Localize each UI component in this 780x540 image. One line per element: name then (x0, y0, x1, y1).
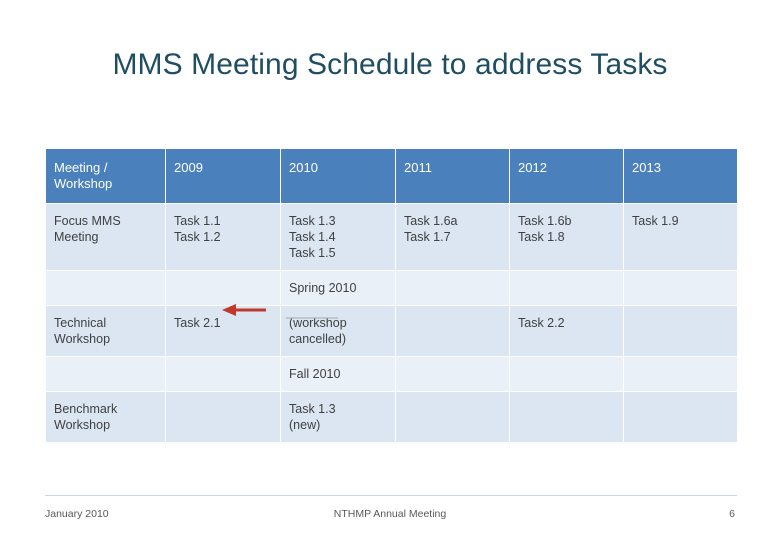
cell-fall-label-col3 (395, 356, 510, 392)
column-header-2013: 2013 (623, 148, 738, 204)
cell-fall-label-col5 (623, 356, 738, 392)
cell-fall-label-col0 (45, 356, 166, 392)
cell-technical-2010: (workshop cancelled) (280, 305, 396, 357)
cell-fall-label-col1 (165, 356, 281, 392)
cell-technical-2013 (623, 305, 738, 357)
cell-technical-2012: Task 2.2 (509, 305, 624, 357)
cell-fall-label-col4 (509, 356, 624, 392)
cell-technical-2009: Task 2.1 (165, 305, 281, 357)
table-body: Focus MMS Meeting Task 1.1 Task 1.2 Task … (45, 203, 738, 443)
table-row: Technical Workshop Task 2.1 (workshop ca… (45, 305, 738, 357)
cell-focus-2009: Task 1.1 Task 1.2 (165, 203, 281, 271)
cell-focus-mms-meeting: Focus MMS Meeting (45, 203, 166, 271)
cell-focus-2012: Task 1.6b Task 1.8 (509, 203, 624, 271)
page-title: MMS Meeting Schedule to address Tasks (112, 48, 668, 81)
table-row: Spring 2010 (45, 270, 738, 306)
schedule-table: Meeting / Workshop 2009 2010 2011 2012 2… (45, 148, 738, 443)
footer-divider (45, 495, 737, 496)
column-header-meeting: Meeting / Workshop (45, 148, 166, 204)
table-header-row: Meeting / Workshop 2009 2010 2011 2012 2… (45, 148, 738, 204)
column-header-2009: 2009 (165, 148, 281, 204)
cell-spring-label-col1 (165, 270, 281, 306)
table-header: Meeting / Workshop 2009 2010 2011 2012 2… (45, 148, 738, 204)
cell-focus-2013: Task 1.9 (623, 203, 738, 271)
footer-meeting-name: NTHMP Annual Meeting (333, 508, 447, 520)
cell-benchmark-2013 (623, 391, 738, 443)
cell-benchmark-2009 (165, 391, 281, 443)
cell-spring-label-col4 (509, 270, 624, 306)
cell-benchmark-2012 (509, 391, 624, 443)
cell-spring-label-col3 (395, 270, 510, 306)
cell-spring-2010-label: Spring 2010 (280, 270, 396, 306)
column-header-2010: 2010 (280, 148, 396, 204)
cell-benchmark-workshop: Benchmark Workshop (45, 391, 166, 443)
cell-focus-2011: Task 1.6a Task 1.7 (395, 203, 510, 271)
cell-benchmark-2010: Task 1.3 (new) (280, 391, 396, 443)
table-row: Fall 2010 (45, 356, 738, 392)
cell-focus-2010: Task 1.3 Task 1.4 Task 1.5 (280, 203, 396, 271)
cell-fall-2010-label: Fall 2010 (280, 356, 396, 392)
slide: MMS Meeting Schedule to address Tasks Me… (0, 0, 780, 540)
column-header-2011: 2011 (395, 148, 510, 204)
cell-technical-2011 (395, 305, 510, 357)
cell-technical-workshop: Technical Workshop (45, 305, 166, 357)
column-header-2012: 2012 (509, 148, 624, 204)
schedule-table-wrapper: Meeting / Workshop 2009 2010 2011 2012 2… (45, 148, 738, 443)
table-row: Focus MMS Meeting Task 1.1 Task 1.2 Task … (45, 203, 738, 271)
cell-spring-label-col0 (45, 270, 166, 306)
cell-spring-label-col5 (623, 270, 738, 306)
footer-page-number: 6 (729, 508, 735, 520)
cell-benchmark-2011 (395, 391, 510, 443)
table-row: Benchmark Workshop Task 1.3 (new) (45, 391, 738, 443)
